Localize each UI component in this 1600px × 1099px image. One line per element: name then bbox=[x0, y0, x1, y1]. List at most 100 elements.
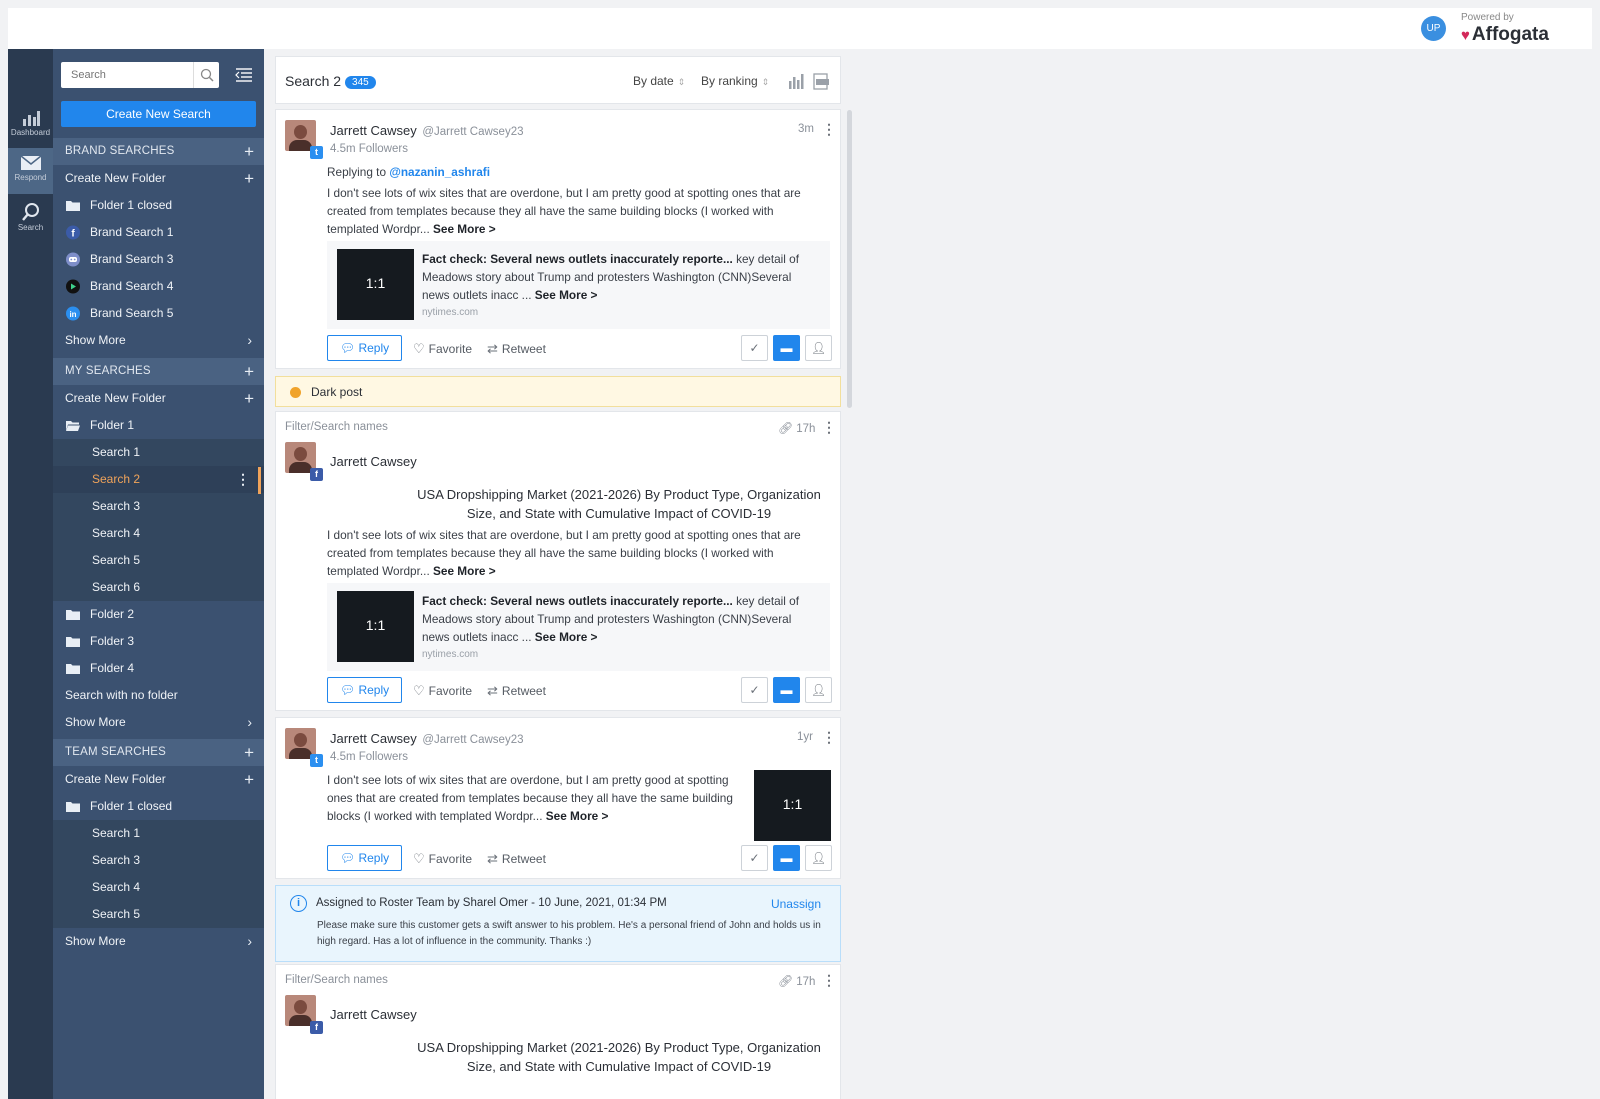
retweet-button[interactable]: ⇄ Retweet bbox=[487, 851, 546, 867]
see-more-link[interactable]: See More > bbox=[546, 809, 609, 823]
plus-icon[interactable]: + bbox=[244, 165, 254, 192]
favorite-button[interactable]: ♡ Favorite bbox=[413, 683, 472, 699]
mark-done-button[interactable]: ✓ bbox=[741, 335, 768, 361]
assign-user-button[interactable]: 👤︎ bbox=[805, 845, 832, 871]
mark-done-button[interactable]: ✓ bbox=[741, 845, 768, 871]
see-more-link[interactable]: See More > bbox=[433, 564, 496, 578]
post-author[interactable]: Jarrett Cawsey @Jarrett Cawsey23 bbox=[330, 731, 523, 746]
sidebar-item-search[interactable]: Search 3 bbox=[53, 847, 264, 874]
brand-name: Affogata bbox=[1471, 24, 1549, 45]
check-icon: ✓ bbox=[749, 341, 760, 355]
sidebar-item-folder[interactable]: Folder 4 bbox=[53, 655, 264, 682]
create-new-search-button[interactable]: Create New Search bbox=[61, 101, 256, 127]
sidebar-item-brand-search[interactable]: f Brand Search 1 bbox=[53, 219, 264, 246]
plus-icon[interactable]: + bbox=[244, 138, 254, 165]
sidebar-item-no-folder[interactable]: Search with no folder bbox=[53, 682, 264, 709]
create-folder-row[interactable]: Create New Folder + bbox=[53, 385, 264, 412]
more-options-icon[interactable]: ⋮ bbox=[822, 419, 836, 436]
message-button[interactable]: ▬ bbox=[773, 845, 800, 871]
sidebar-item-search[interactable]: Search 1 bbox=[53, 820, 264, 847]
retweet-button[interactable]: ⇄ Retweet bbox=[487, 341, 546, 357]
sort-by-ranking-select[interactable]: By ranking ⇕ bbox=[701, 74, 769, 88]
create-folder-row[interactable]: Create New Folder + bbox=[53, 165, 264, 192]
unassign-link[interactable]: Unassign bbox=[771, 897, 821, 911]
create-folder-row[interactable]: Create New Folder + bbox=[53, 766, 264, 793]
export-csv-icon[interactable] bbox=[812, 72, 831, 90]
author-name: Jarrett Cawsey bbox=[330, 731, 417, 746]
assign-user-button[interactable]: 👤︎ bbox=[805, 335, 832, 361]
envelope-icon bbox=[20, 155, 41, 170]
author-handle: @Jarrett Cawsey23 bbox=[422, 734, 524, 746]
show-more-row[interactable]: Show More › bbox=[53, 709, 264, 736]
link-preview[interactable]: 1:1 Fact check: Several news outlets ina… bbox=[327, 241, 830, 329]
more-options-icon[interactable]: ⋮ bbox=[822, 121, 836, 138]
mark-done-button[interactable]: ✓ bbox=[741, 677, 768, 703]
reply-button[interactable]: 💬︎ Reply bbox=[327, 845, 402, 871]
more-options-icon[interactable]: ⋮ bbox=[822, 972, 836, 989]
plus-icon[interactable]: + bbox=[244, 739, 254, 766]
collapse-menu-icon[interactable] bbox=[235, 67, 253, 86]
plus-icon[interactable]: + bbox=[244, 385, 254, 412]
link-preview[interactable]: 1:1 Fact check: Several news outlets ina… bbox=[327, 583, 830, 671]
user-avatar[interactable]: UP bbox=[1421, 16, 1446, 41]
reply-button[interactable]: 💬︎ Reply bbox=[327, 335, 402, 361]
sidebar-item-brand-search[interactable]: Brand Search 4 bbox=[53, 273, 264, 300]
sort-by-date-select[interactable]: By date ⇕ bbox=[633, 74, 685, 88]
sidebar-item-label: Folder 4 bbox=[90, 661, 135, 675]
dark-post-dot-icon bbox=[290, 387, 301, 398]
chat-icon: ▬ bbox=[780, 851, 793, 865]
show-more-row[interactable]: Show More › bbox=[53, 327, 264, 354]
sidebar-item-folder[interactable]: Folder 1 closed bbox=[53, 793, 264, 820]
message-button[interactable]: ▬ bbox=[773, 677, 800, 703]
sidebar-item-search[interactable]: Search 1 bbox=[53, 439, 264, 466]
sidebar-item-search[interactable]: Search 6 bbox=[53, 574, 264, 601]
sidebar-item-folder[interactable]: Folder 2 bbox=[53, 601, 264, 628]
reply-button[interactable]: 💬︎ Reply bbox=[327, 677, 402, 703]
sidebar-item-search-selected[interactable]: Search 2 ⋮ bbox=[53, 466, 264, 493]
sidebar-item-search[interactable]: Search 5 bbox=[53, 901, 264, 928]
sidebar-item-search[interactable]: Search 5 bbox=[53, 547, 264, 574]
show-more-row[interactable]: Show More › bbox=[53, 928, 264, 955]
post-text: I don't see lots of wix sites that are o… bbox=[327, 526, 827, 580]
mention-link[interactable]: @nazanin_ashrafi bbox=[389, 165, 490, 179]
preview-see-more-link[interactable]: See More > bbox=[535, 288, 598, 302]
preview-see-more-link[interactable]: See More > bbox=[535, 630, 598, 644]
sidebar-item-search[interactable]: Search 3 bbox=[53, 493, 264, 520]
rail-search[interactable]: Search bbox=[8, 196, 53, 242]
rail-dashboard[interactable]: Dashboard bbox=[8, 103, 53, 149]
sidebar-item-folder[interactable]: Folder 1 closed bbox=[53, 192, 264, 219]
message-button[interactable]: ▬ bbox=[773, 335, 800, 361]
sidebar-item-folder[interactable]: Folder 3 bbox=[53, 628, 264, 655]
analytics-icon[interactable] bbox=[787, 72, 806, 90]
post-author[interactable]: Jarrett Cawsey bbox=[330, 1007, 417, 1022]
link-icon[interactable]: 🔗︎ bbox=[778, 421, 793, 435]
sidebar-item-brand-search[interactable]: Brand Search 3 bbox=[53, 246, 264, 273]
favorite-button[interactable]: ♡ Favorite bbox=[413, 341, 472, 357]
facebook-icon: f bbox=[310, 468, 323, 481]
sidebar-item-folder-open[interactable]: Folder 1 bbox=[53, 412, 264, 439]
post-media-thumbnail[interactable]: 1:1 bbox=[754, 770, 831, 841]
plus-icon[interactable]: + bbox=[244, 358, 254, 385]
favorite-button[interactable]: ♡ Favorite bbox=[413, 851, 472, 867]
plus-icon[interactable]: + bbox=[244, 766, 254, 793]
section-my-searches[interactable]: MY SEARCHES + bbox=[53, 358, 264, 385]
sidebar-search-input[interactable] bbox=[61, 62, 191, 88]
replying-to: Replying to @nazanin_ashrafi bbox=[327, 163, 490, 181]
search-icon[interactable] bbox=[193, 62, 219, 88]
sidebar-item-brand-search[interactable]: in Brand Search 5 bbox=[53, 300, 264, 327]
post-author[interactable]: Jarrett Cawsey bbox=[330, 454, 417, 469]
sidebar-item-search[interactable]: Search 4 bbox=[53, 874, 264, 901]
more-options-icon[interactable]: ⋮ bbox=[822, 729, 836, 746]
rail-respond[interactable]: Respond bbox=[8, 148, 53, 194]
folder-icon bbox=[66, 637, 80, 647]
sidebar-item-search[interactable]: Search 4 bbox=[53, 520, 264, 547]
section-team-searches[interactable]: TEAM SEARCHES + bbox=[53, 739, 264, 766]
post-author[interactable]: Jarrett Cawsey @Jarrett Cawsey23 bbox=[330, 123, 523, 138]
section-brand-searches[interactable]: BRAND SEARCHES + bbox=[53, 138, 264, 165]
see-more-link[interactable]: See More > bbox=[433, 222, 496, 236]
assign-user-button[interactable]: 👤︎ bbox=[805, 677, 832, 703]
feed-scrollbar[interactable] bbox=[847, 110, 852, 408]
more-options-icon[interactable]: ⋮ bbox=[236, 466, 250, 493]
link-icon[interactable]: 🔗︎ bbox=[778, 974, 793, 988]
retweet-button[interactable]: ⇄ Retweet bbox=[487, 683, 546, 699]
